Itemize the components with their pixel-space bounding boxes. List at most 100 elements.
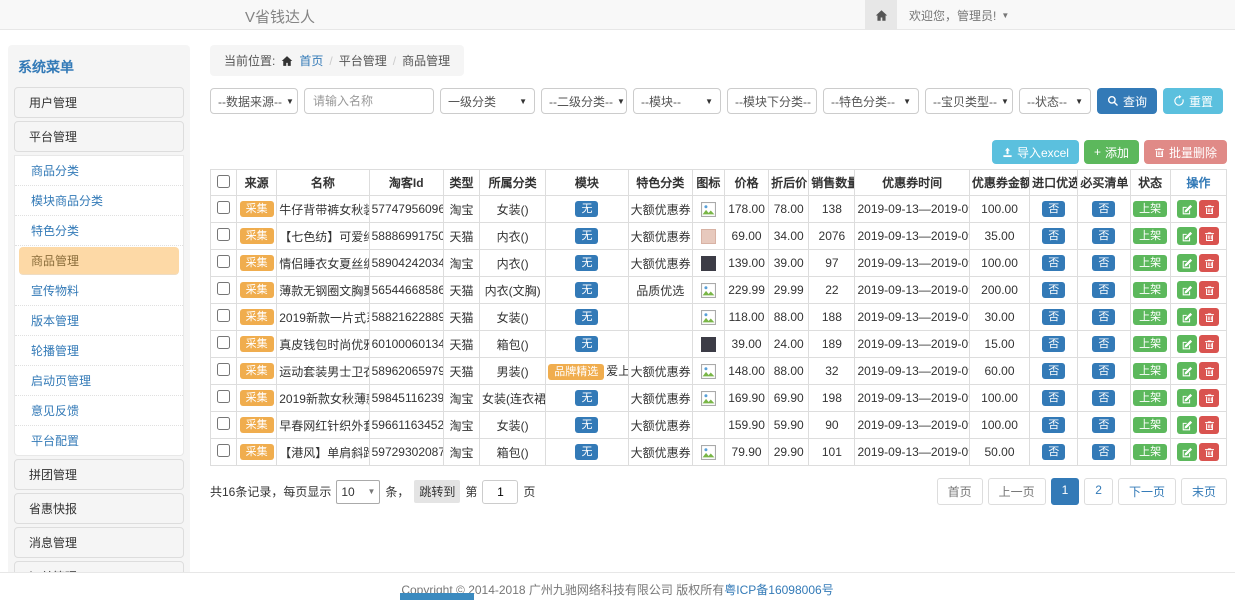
row-checkbox[interactable]	[217, 363, 230, 376]
batch-delete-button[interactable]: 批量删除	[1144, 140, 1227, 164]
sidebar-item-promo-material[interactable]: 宣传物料	[15, 276, 183, 306]
delete-button[interactable]	[1199, 281, 1219, 299]
edit-button[interactable]	[1177, 362, 1197, 380]
import-select-toggle[interactable]: 否	[1042, 336, 1065, 352]
status-toggle[interactable]: 上架	[1133, 390, 1167, 406]
sidebar-item-module-goods-category[interactable]: 模块商品分类	[15, 186, 183, 216]
status-toggle[interactable]: 上架	[1133, 363, 1167, 379]
import-excel-button[interactable]: 导入excel	[992, 140, 1079, 164]
must-buy-toggle[interactable]: 否	[1092, 444, 1115, 460]
add-button[interactable]: + 添加	[1084, 140, 1139, 164]
item-type-select[interactable]: --宝贝类型--▼	[925, 88, 1013, 114]
breadcrumb-home-link[interactable]: 首页	[299, 52, 323, 69]
sidebar-item-version-mgmt[interactable]: 版本管理	[15, 306, 183, 336]
delete-button[interactable]	[1199, 389, 1219, 407]
status-toggle[interactable]: 上架	[1133, 228, 1167, 244]
feature-category-select[interactable]: --特色分类--▼	[823, 88, 919, 114]
must-buy-toggle[interactable]: 否	[1092, 255, 1115, 271]
row-checkbox[interactable]	[217, 282, 230, 295]
import-select-toggle[interactable]: 否	[1042, 255, 1065, 271]
data-source-select[interactable]: --数据来源--▼	[210, 88, 298, 114]
row-checkbox[interactable]	[217, 444, 230, 457]
row-checkbox[interactable]	[217, 390, 230, 403]
must-buy-toggle[interactable]: 否	[1092, 363, 1115, 379]
status-toggle[interactable]: 上架	[1133, 255, 1167, 271]
status-toggle[interactable]: 上架	[1133, 282, 1167, 298]
must-buy-toggle[interactable]: 否	[1092, 336, 1115, 352]
import-select-toggle[interactable]: 否	[1042, 228, 1065, 244]
last-page-button[interactable]: 末页	[1181, 478, 1227, 505]
edit-button[interactable]	[1177, 335, 1197, 353]
must-buy-toggle[interactable]: 否	[1092, 390, 1115, 406]
import-select-toggle[interactable]: 否	[1042, 444, 1065, 460]
edit-button[interactable]	[1177, 443, 1197, 461]
page-number-input[interactable]	[482, 480, 518, 504]
edit-button[interactable]	[1177, 308, 1197, 326]
must-buy-toggle[interactable]: 否	[1092, 201, 1115, 217]
delete-button[interactable]	[1199, 200, 1219, 218]
import-select-toggle[interactable]: 否	[1042, 390, 1065, 406]
sidebar-item-feedback[interactable]: 意见反馈	[15, 396, 183, 426]
delete-button[interactable]	[1199, 335, 1219, 353]
import-select-toggle[interactable]: 否	[1042, 363, 1065, 379]
sidebar-item-carousel-mgmt[interactable]: 轮播管理	[15, 336, 183, 366]
row-checkbox[interactable]	[217, 336, 230, 349]
home-button[interactable]	[865, 0, 897, 30]
sidebar-item-splash-mgmt[interactable]: 启动页管理	[15, 366, 183, 396]
delete-button[interactable]	[1199, 416, 1219, 434]
search-button[interactable]: 查询	[1097, 88, 1157, 114]
row-checkbox[interactable]	[217, 417, 230, 430]
name-search-input[interactable]	[304, 88, 434, 114]
edit-button[interactable]	[1177, 389, 1197, 407]
status-toggle[interactable]: 上架	[1133, 336, 1167, 352]
page-2-button[interactable]: 2	[1084, 478, 1113, 505]
status-select[interactable]: --状态--▼	[1019, 88, 1091, 114]
module-select[interactable]: --模块--▼	[633, 88, 721, 114]
icp-link[interactable]: 粤ICP备16098006号	[724, 583, 833, 597]
prev-page-button[interactable]: 上一页	[988, 478, 1046, 505]
import-select-toggle[interactable]: 否	[1042, 309, 1065, 325]
import-select-toggle[interactable]: 否	[1042, 282, 1065, 298]
per-page-select[interactable]: 10 ▼	[336, 480, 380, 504]
sidebar-item-goods-mgmt[interactable]: 商品管理	[19, 247, 179, 275]
edit-button[interactable]	[1177, 416, 1197, 434]
status-toggle[interactable]: 上架	[1133, 201, 1167, 217]
module-subcategory-select[interactable]: --模块下分类--▼	[727, 88, 817, 114]
status-toggle[interactable]: 上架	[1133, 309, 1167, 325]
row-checkbox[interactable]	[217, 309, 230, 322]
sidebar-item-user-mgmt[interactable]: 用户管理	[14, 87, 184, 118]
select-all-checkbox[interactable]	[217, 175, 230, 188]
row-checkbox[interactable]	[217, 255, 230, 268]
page-1-button[interactable]: 1	[1051, 478, 1080, 505]
must-buy-toggle[interactable]: 否	[1092, 228, 1115, 244]
status-toggle[interactable]: 上架	[1133, 417, 1167, 433]
import-select-toggle[interactable]: 否	[1042, 201, 1065, 217]
status-toggle[interactable]: 上架	[1133, 444, 1167, 460]
row-checkbox[interactable]	[217, 228, 230, 241]
level2-category-select[interactable]: --二级分类--▼	[541, 88, 627, 114]
edit-button[interactable]	[1177, 200, 1197, 218]
edit-button[interactable]	[1177, 227, 1197, 245]
must-buy-toggle[interactable]: 否	[1092, 282, 1115, 298]
sidebar-item-goods-category[interactable]: 商品分类	[15, 156, 183, 186]
must-buy-toggle[interactable]: 否	[1092, 309, 1115, 325]
delete-button[interactable]	[1199, 443, 1219, 461]
user-menu[interactable]: 欢迎您，管理员! ▼	[897, 7, 1021, 24]
jump-button[interactable]: 跳转到	[414, 480, 460, 503]
delete-button[interactable]	[1199, 362, 1219, 380]
sidebar-item-platform-mgmt[interactable]: 平台管理	[14, 121, 184, 152]
edit-button[interactable]	[1177, 281, 1197, 299]
delete-button[interactable]	[1199, 227, 1219, 245]
level1-category-select[interactable]: 一级分类▼	[440, 88, 535, 114]
first-page-button[interactable]: 首页	[937, 478, 983, 505]
next-page-button[interactable]: 下一页	[1118, 478, 1176, 505]
sidebar-item-group-buy-mgmt[interactable]: 拼团管理	[14, 459, 184, 490]
delete-button[interactable]	[1199, 308, 1219, 326]
sidebar-item-message-mgmt[interactable]: 消息管理	[14, 527, 184, 558]
reset-button[interactable]: 重置	[1163, 88, 1223, 114]
import-select-toggle[interactable]: 否	[1042, 417, 1065, 433]
sidebar-item-express-news[interactable]: 省惠快报	[14, 493, 184, 524]
delete-button[interactable]	[1199, 254, 1219, 272]
row-checkbox[interactable]	[217, 201, 230, 214]
must-buy-toggle[interactable]: 否	[1092, 417, 1115, 433]
